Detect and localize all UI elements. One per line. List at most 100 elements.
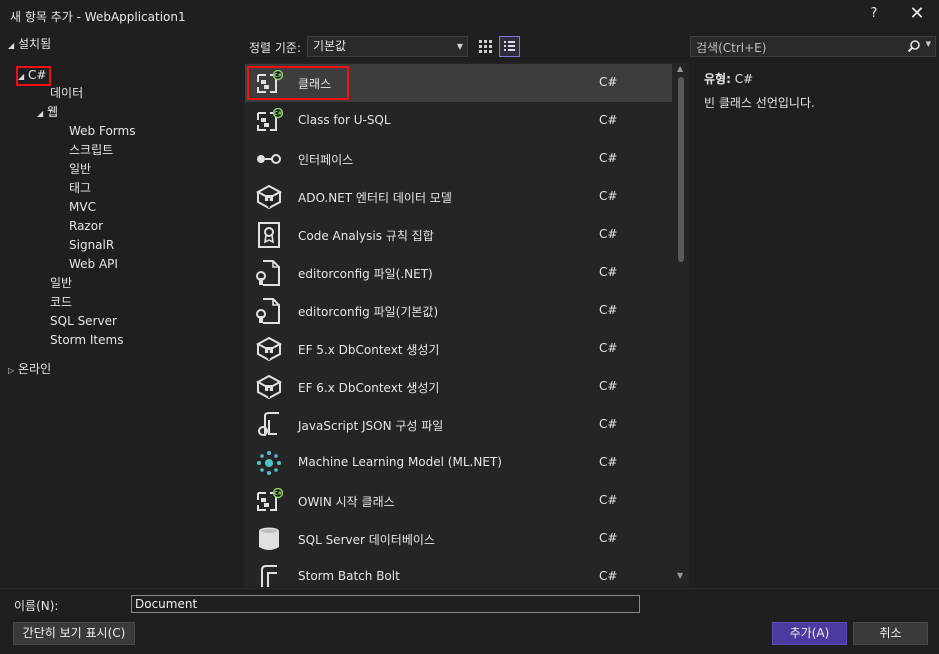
name-input[interactable] <box>131 595 640 613</box>
template-list-scrollbar[interactable]: ▲ ▼ <box>673 63 689 587</box>
scroll-up-icon[interactable]: ▲ <box>677 64 683 73</box>
data-model-icon <box>255 374 283 400</box>
category-tree: ◢ 설치됨 ◢ C# 데이터 ◢ 웹 Web Forms 스크립트 일반 태그 MVC… <box>0 32 244 587</box>
template-item[interactable]: editorconfig 파일(기본값) C# <box>245 292 672 330</box>
template-item[interactable]: C# OWIN 시작 클래스 C# <box>245 482 672 520</box>
sort-value: 기본값 <box>313 39 347 53</box>
tree-node-online[interactable]: ▷ 온라인 <box>8 360 51 378</box>
svg-text:C#: C# <box>274 73 282 79</box>
template-item-language: C# <box>599 265 618 279</box>
ruleset-icon <box>255 222 283 248</box>
grid-view-button[interactable] <box>476 37 494 55</box>
class-icon: C# <box>255 69 284 96</box>
expanded-arrow-icon[interactable]: ◢ <box>18 68 28 86</box>
template-item[interactable]: JavaScript JSON 구성 파일 C# <box>245 406 672 444</box>
tree-node-razor[interactable]: Razor <box>69 217 103 235</box>
close-button[interactable]: ✕ <box>906 3 928 25</box>
interface-icon <box>255 146 283 172</box>
class-icon: C# <box>255 487 284 514</box>
tree-node-tags[interactable]: 태그 <box>69 179 91 197</box>
template-item-name: editorconfig 파일(.NET) <box>298 267 433 281</box>
detail-type: 유형: C# <box>704 70 753 87</box>
cancel-button[interactable]: 취소 <box>853 622 928 645</box>
tree-node-storm-items[interactable]: Storm Items <box>50 331 123 349</box>
template-item-name: Storm Batch Bolt <box>298 569 400 583</box>
ml-model-icon <box>255 450 283 476</box>
template-item[interactable]: C# 클래스 C# <box>245 64 672 102</box>
template-item[interactable]: EF 6.x DbContext 생성기 C# <box>245 368 672 406</box>
template-item-name: Machine Learning Model (ML.NET) <box>298 455 502 469</box>
data-model-icon <box>255 336 283 362</box>
compact-view-button[interactable]: 간단히 보기 표시(C) <box>13 622 135 645</box>
database-icon <box>255 526 283 552</box>
template-item[interactable]: ADO.NET 엔터티 데이터 모델 C# <box>245 178 672 216</box>
template-item[interactable]: Storm Batch Bolt C# <box>245 558 672 587</box>
scroll-down-icon[interactable]: ▼ <box>677 571 683 580</box>
expanded-arrow-icon[interactable]: ◢ <box>8 37 18 55</box>
tree-node-label: C# <box>28 68 47 82</box>
detail-type-label: 유형: <box>704 72 731 86</box>
tree-node-web[interactable]: ◢ 웹 <box>37 103 58 121</box>
tree-node-mvc[interactable]: MVC <box>69 198 96 216</box>
tree-node-sql-server[interactable]: SQL Server <box>50 312 117 330</box>
template-item-name: OWIN 시작 클래스 <box>298 495 395 509</box>
template-item-language: C# <box>599 455 618 469</box>
template-item-language: C# <box>599 493 618 507</box>
tree-node-general[interactable]: 일반 <box>50 274 72 292</box>
template-item[interactable]: C# Class for U-SQL C# <box>245 102 672 140</box>
title-bar: 새 항목 추가 - WebApplication1 ? ✕ <box>0 0 939 30</box>
template-item-language: C# <box>599 303 618 317</box>
detail-type-value: C# <box>734 72 754 86</box>
template-item-language: C# <box>599 531 618 545</box>
sort-label: 정렬 기준: <box>249 41 302 55</box>
template-item[interactable]: editorconfig 파일(.NET) C# <box>245 254 672 292</box>
search-options-chevron-icon[interactable]: ▼ <box>926 40 931 48</box>
help-button[interactable]: ? <box>866 6 882 24</box>
tree-node-label: 웹 <box>47 105 59 119</box>
list-view-button[interactable] <box>499 36 520 57</box>
config-file-icon <box>255 260 283 286</box>
list-view-icon <box>504 41 515 51</box>
config-file-icon <box>255 298 283 324</box>
chevron-down-icon: ▼ <box>456 42 463 51</box>
template-item[interactable]: 인터페이스 C# <box>245 140 672 178</box>
tree-node-web-general[interactable]: 일반 <box>69 160 91 178</box>
template-item-language: C# <box>599 227 618 241</box>
storm-icon <box>255 564 283 587</box>
sort-dropdown[interactable]: 기본값 ▼ <box>307 36 468 57</box>
template-item-name: EF 6.x DbContext 생성기 <box>298 381 440 395</box>
scrollbar-thumb[interactable] <box>678 77 684 262</box>
tree-node-web-api[interactable]: Web API <box>69 255 118 273</box>
name-label: 이름(N): <box>14 599 59 613</box>
expanded-arrow-icon[interactable]: ◢ <box>37 105 47 123</box>
search-placeholder: 검색(Ctrl+E) <box>696 41 767 55</box>
template-item[interactable]: EF 5.x DbContext 생성기 C# <box>245 330 672 368</box>
tree-node-web-forms[interactable]: Web Forms <box>69 122 135 140</box>
collapsed-arrow-icon[interactable]: ▷ <box>8 362 18 380</box>
template-item-language: C# <box>599 189 618 203</box>
tree-node-scripts[interactable]: 스크립트 <box>69 141 113 159</box>
template-item-name: ADO.NET 엔터티 데이터 모델 <box>298 191 452 205</box>
tree-node-code[interactable]: 코드 <box>50 293 72 311</box>
template-list: C# 클래스 C# C# Class for U-SQL C# 인터페이스 C# ADO.NET… <box>245 63 689 587</box>
search-input[interactable]: 검색(Ctrl+E) ▼ <box>690 36 936 57</box>
template-item[interactable]: SQL Server 데이터베이스 C# <box>245 520 672 558</box>
template-item-name: Code Analysis 규칙 집합 <box>298 229 434 243</box>
template-item-language: C# <box>599 341 618 355</box>
template-item-name: JavaScript JSON 구성 파일 <box>298 419 444 433</box>
tree-node-installed[interactable]: ◢ 설치됨 <box>8 35 51 53</box>
add-button[interactable]: 추가(A) <box>772 622 847 645</box>
search-icon[interactable] <box>907 39 921 53</box>
tree-node-data[interactable]: 데이터 <box>50 84 83 102</box>
template-item-language: C# <box>599 569 618 583</box>
grid-view-icon <box>479 40 492 53</box>
svg-text:C#: C# <box>274 491 282 497</box>
tree-node-csharp[interactable]: ◢ C# <box>18 66 46 84</box>
template-item[interactable]: Machine Learning Model (ML.NET) C# <box>245 444 672 482</box>
json-file-icon <box>255 412 283 438</box>
template-item-name: 클래스 <box>298 77 332 91</box>
data-model-icon <box>255 184 283 210</box>
template-item[interactable]: Code Analysis 규칙 집합 C# <box>245 216 672 254</box>
tree-node-signalr[interactable]: SignalR <box>69 236 114 254</box>
svg-text:C#: C# <box>274 111 282 117</box>
